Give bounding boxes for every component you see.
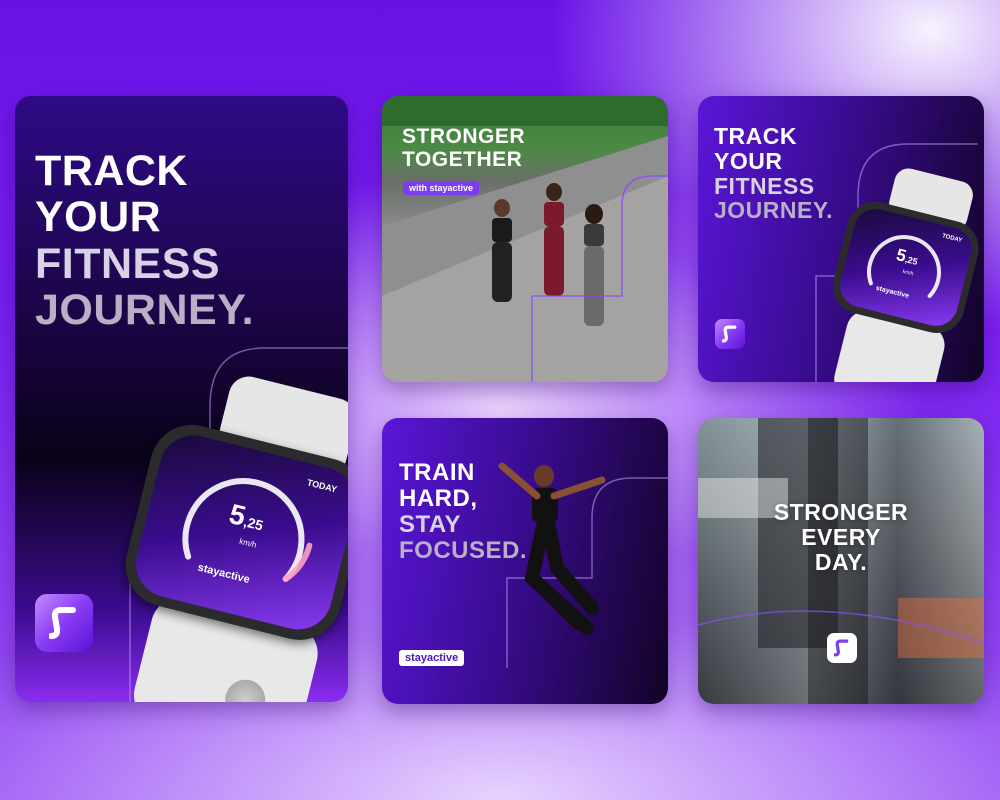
headline-line-1: STRONGER	[773, 499, 909, 525]
card-track-journey-small: TRACK YOUR FITNESS JOURNEY. TODAY 5,25 k…	[698, 96, 984, 382]
smartwatch: TODAY 5,25 km/h stayactive	[826, 165, 984, 382]
card-headline: STRONGER TOGETHER	[402, 125, 526, 171]
s-logo-icon	[834, 639, 849, 657]
card-stronger-together: STRONGER TOGETHER with stayactive	[382, 96, 668, 382]
stayactive-logo	[715, 319, 745, 349]
headline-line-2: YOUR	[714, 147, 783, 174]
stayactive-logo	[35, 594, 93, 652]
card-headline: STRONGER EVERY DAY.	[698, 500, 984, 574]
headline-line-3: FITNESS	[714, 172, 815, 199]
with-stayactive-badge: with stayactive	[403, 181, 480, 195]
headline-line-1: STRONGER	[402, 125, 526, 148]
headline-line-1: TRAIN	[399, 459, 475, 486]
watch-screen: TODAY 5,25 km/h stayactive	[835, 204, 977, 331]
card-headline: TRAIN HARD, STAY FOCUSED.	[399, 460, 527, 564]
stayactive-brand-pill: stayactive	[399, 650, 465, 666]
speed-ring	[182, 478, 313, 582]
headline-line-4: JOURNEY.	[714, 197, 834, 224]
headline-line-1: TRACK	[714, 123, 797, 149]
card-train-hard: TRAIN HARD, STAY FOCUSED. stayactive	[382, 418, 668, 704]
card-track-journey-tall: TRACK YOUR FITNESS JOURNEY. TODAY 5,25 k…	[15, 96, 348, 702]
card-headline: TRACK YOUR FITNESS JOURNEY.	[714, 124, 833, 223]
headline-line-3: STAY	[399, 510, 462, 538]
headline-line-4: FOCUSED.	[399, 536, 528, 564]
headline-line-2: TOGETHER	[402, 147, 523, 171]
s-logo-icon	[722, 325, 737, 343]
s-logo-icon	[49, 607, 76, 639]
stayactive-logo	[827, 633, 857, 663]
headline-line-3: DAY.	[814, 548, 868, 575]
headline-line-2: EVERY	[801, 523, 881, 550]
watch-screen: TODAY 5,25 km/h stayactive	[128, 428, 348, 637]
headline-line-2: HARD,	[399, 484, 478, 512]
speed-dec: ,25	[904, 254, 919, 267]
card-stronger-every-day: STRONGER EVERY DAY.	[698, 418, 984, 704]
speed-dec: ,25	[242, 513, 265, 534]
